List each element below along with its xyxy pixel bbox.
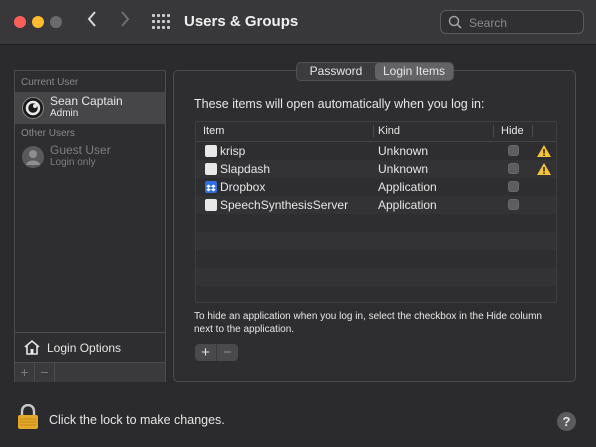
- avatar: [22, 146, 44, 168]
- hide-help-text: To hide an application when you log in, …: [194, 311, 542, 335]
- login-options-label: Login Options: [47, 341, 122, 355]
- blank-app-icon: [205, 163, 217, 175]
- add-login-item-button[interactable]: +: [195, 344, 216, 361]
- login-items-table[interactable]: Item Kind Hide krisp Unknown Slapdash Un…: [195, 121, 557, 303]
- user-name: Sean Captain: [50, 94, 123, 108]
- user-avatar-icon: [25, 100, 41, 116]
- close-window-button[interactable]: [14, 16, 26, 28]
- table-row[interactable]: Slapdash Unknown: [196, 160, 556, 178]
- remove-login-item-button[interactable]: −: [216, 344, 238, 361]
- column-header-kind[interactable]: Kind: [378, 125, 400, 137]
- hide-checkbox[interactable]: [508, 163, 519, 174]
- help-button[interactable]: ?: [557, 412, 576, 431]
- window-title: Users & Groups: [184, 13, 299, 30]
- dropbox-icon: [205, 181, 217, 193]
- item-name: SpeechSynthesisServer: [220, 198, 349, 212]
- table-row[interactable]: krisp Unknown: [196, 142, 556, 160]
- user-role: Login only: [50, 157, 96, 168]
- back-button[interactable]: [87, 10, 97, 32]
- empty-row: [196, 250, 556, 268]
- blank-app-icon: [205, 199, 217, 211]
- title-bar: Users & Groups: [0, 0, 596, 45]
- column-header-item[interactable]: Item: [203, 125, 224, 137]
- blank-app-icon: [205, 145, 217, 157]
- users-sidebar: Current User Sean Captain Admin Other Us…: [14, 70, 166, 382]
- hide-checkbox[interactable]: [508, 181, 519, 192]
- empty-row: [196, 232, 556, 250]
- item-kind: Unknown: [378, 144, 429, 158]
- warning-icon: [537, 163, 551, 175]
- minimize-window-button[interactable]: [32, 16, 44, 28]
- current-user-header: Current User: [21, 77, 79, 88]
- user-name: Guest User: [50, 143, 111, 157]
- add-user-button[interactable]: +: [15, 363, 35, 382]
- item-name: Dropbox: [220, 180, 266, 194]
- hide-checkbox[interactable]: [508, 145, 519, 156]
- item-kind: Unknown: [378, 162, 429, 176]
- table-row[interactable]: SpeechSynthesisServer Application: [196, 196, 556, 214]
- table-row[interactable]: Dropbox Application: [196, 178, 556, 196]
- item-name: krisp: [220, 144, 246, 158]
- user-item-guest-user[interactable]: Guest User Login only: [15, 141, 165, 173]
- item-kind: Application: [378, 198, 437, 212]
- search-icon: [448, 15, 462, 29]
- column-header-hide[interactable]: Hide: [501, 125, 524, 137]
- lock-icon[interactable]: [17, 404, 39, 430]
- item-kind: Application: [378, 180, 437, 194]
- chevron-left-icon: [87, 11, 96, 27]
- tab-login-items[interactable]: Login Items: [375, 63, 453, 80]
- item-name: Slapdash: [220, 162, 271, 176]
- empty-row: [196, 214, 556, 232]
- house-icon: [24, 339, 40, 355]
- add-remove-control: + −: [195, 344, 238, 361]
- login-items-intro: These items will open automatically when…: [194, 97, 485, 111]
- tab-bar: Password Login Items: [296, 62, 454, 81]
- warning-icon: [537, 145, 551, 157]
- sidebar-toolbar: + −: [15, 362, 165, 382]
- tab-password[interactable]: Password: [297, 63, 375, 80]
- user-item-sean-captain[interactable]: Sean Captain Admin: [15, 92, 165, 124]
- guest-person-icon: [26, 150, 40, 165]
- hide-checkbox[interactable]: [508, 199, 519, 210]
- zoom-window-button[interactable]: [50, 16, 62, 28]
- user-role: Admin: [50, 108, 79, 119]
- forward-button[interactable]: [120, 10, 130, 32]
- empty-row: [196, 268, 556, 286]
- remove-user-button[interactable]: −: [35, 363, 55, 382]
- table-header: Item Kind Hide: [196, 122, 556, 142]
- search-field[interactable]: [440, 10, 584, 34]
- avatar: [22, 97, 44, 119]
- login-options-item[interactable]: Login Options: [15, 332, 165, 362]
- empty-row: [196, 286, 556, 302]
- show-all-grid-icon[interactable]: [152, 14, 170, 30]
- lock-message: Click the lock to make changes.: [49, 413, 225, 427]
- chevron-right-icon: [121, 11, 130, 27]
- search-input[interactable]: [467, 14, 581, 32]
- other-users-header: Other Users: [21, 128, 75, 139]
